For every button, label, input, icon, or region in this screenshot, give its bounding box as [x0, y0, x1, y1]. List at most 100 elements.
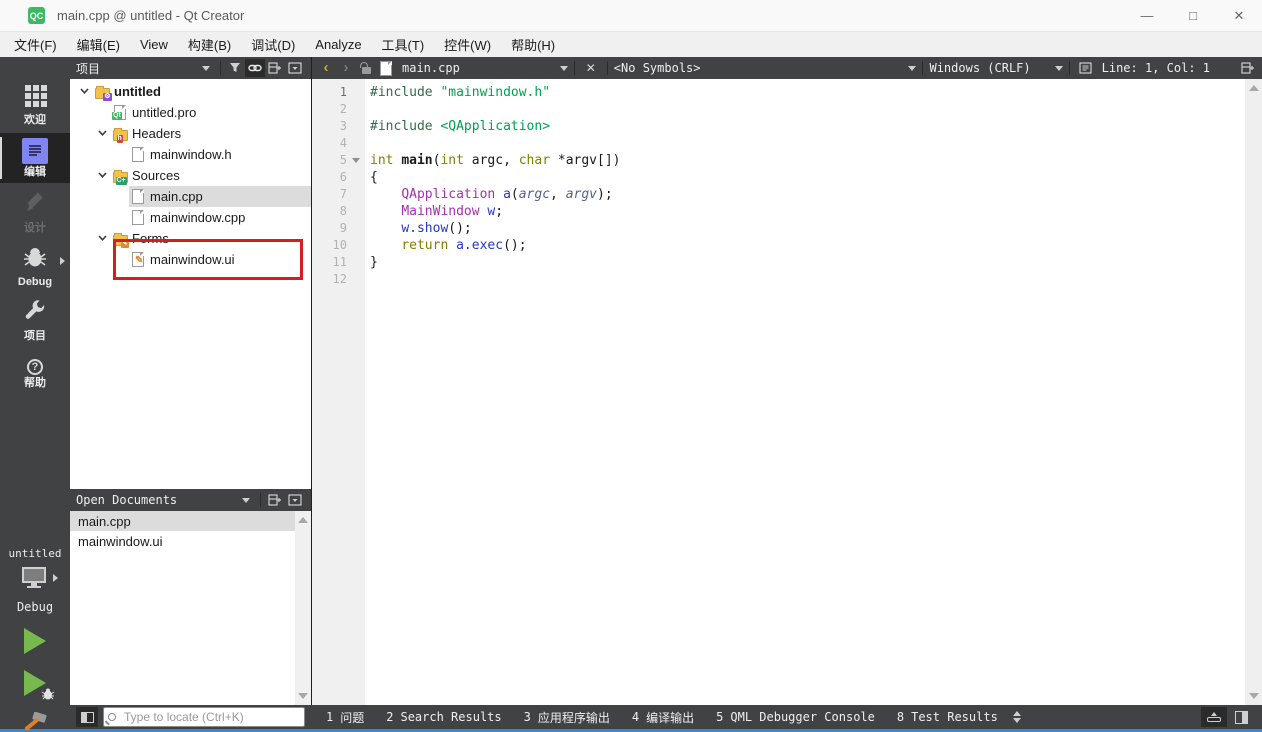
menu-item[interactable]: View: [130, 34, 178, 55]
kit-selector[interactable]: untitled Debug: [0, 547, 70, 614]
output-pane-2[interactable]: 2 Search Results: [377, 708, 510, 726]
mode-item-项目[interactable]: 项目: [0, 295, 70, 345]
split-panel-icon[interactable]: [265, 491, 285, 509]
chevron-down-icon[interactable]: [97, 126, 108, 141]
chevron-down-icon[interactable]: [79, 84, 90, 99]
mode-item-Debug[interactable]: Debug: [0, 241, 70, 291]
qt-creator-window: QC main.cpp @ untitled - Qt Creator — □ …: [0, 0, 1262, 732]
open-documents-list: main.cpp mainwindow.ui: [70, 511, 311, 705]
mode-item-帮助[interactable]: ? 帮助: [0, 349, 70, 399]
headers-folder-icon: h: [111, 127, 129, 143]
locator-input[interactable]: [124, 710, 284, 724]
tree-item-main.cpp[interactable]: main.cpp: [70, 186, 311, 207]
menu-item[interactable]: Analyze: [305, 34, 371, 55]
kit-expand-arrow: [53, 574, 58, 582]
panel-dropdown-icon[interactable]: [202, 65, 210, 71]
open-document-mainwindow.ui[interactable]: mainwindow.ui: [70, 531, 296, 551]
output-pane-4[interactable]: 4 编译输出: [623, 707, 703, 728]
project-folder-icon: ⚙: [93, 85, 112, 101]
menu-item[interactable]: 控件(W): [434, 32, 501, 57]
line-number: 11: [332, 255, 347, 269]
close-document-icon[interactable]: ✕: [581, 59, 601, 77]
bug-icon: [41, 688, 55, 700]
forward-icon[interactable]: ›: [336, 59, 356, 77]
split-panel-icon[interactable]: [265, 59, 285, 77]
close-panel-icon[interactable]: [285, 59, 305, 77]
back-icon[interactable]: ‹: [316, 59, 336, 77]
cursor-position: Line: 1, Col: 1: [1101, 61, 1210, 75]
open-file-name[interactable]: main.cpp: [402, 61, 460, 75]
minimize-button[interactable]: —: [1124, 0, 1170, 31]
line-number: 10: [332, 238, 347, 252]
filter-icon[interactable]: [225, 59, 245, 77]
line-number: 12: [332, 272, 347, 286]
toggle-left-sidebar-icon[interactable]: [76, 707, 98, 727]
design-pencil-icon: [23, 191, 47, 220]
debug-run-button[interactable]: [24, 670, 55, 700]
tree-item-untitled[interactable]: ⚙ untitled: [70, 81, 311, 102]
tree-item-untitled.pro[interactable]: Qt untitled.pro: [70, 102, 311, 123]
project-panel-title: 项目: [76, 61, 101, 76]
line-ending-dropdown-icon[interactable]: [1054, 65, 1063, 71]
pane-up-down-icon[interactable]: [1012, 711, 1021, 723]
text-document-icon[interactable]: [1076, 59, 1096, 77]
menu-item[interactable]: 构建(B): [178, 32, 241, 57]
menu-item[interactable]: 编辑(E): [67, 32, 130, 57]
expand-arrow-icon: [60, 257, 65, 265]
tree-item-mainwindow.h[interactable]: mainwindow.h: [70, 144, 311, 165]
output-pane-5[interactable]: 5 QML Debugger Console: [707, 708, 884, 726]
progress-details-icon[interactable]: [1201, 707, 1227, 727]
code-line-9: 9 w.show();: [312, 220, 1245, 237]
open-document-main.cpp[interactable]: main.cpp: [70, 511, 296, 531]
editor-toolbar: ‹ › main.cpp ✕ <No Symbols> Windows (CRL…: [312, 57, 1262, 79]
line-number: 8: [339, 204, 347, 218]
menu-item[interactable]: 工具(T): [372, 32, 435, 57]
app-icon: QC: [28, 7, 45, 24]
build-hammer-button[interactable]: [21, 712, 49, 732]
mode-item-欢迎[interactable]: 欢迎: [0, 79, 70, 129]
welcome-grid-icon: [23, 83, 47, 112]
output-pane-buttons: 1 问题 2 Search Results 3 应用程序输出 4 编译输出 5 QML Debug…: [317, 707, 1007, 728]
tree-item-Sources[interactable]: C+ Sources: [70, 165, 311, 186]
file-dropdown-icon[interactable]: [559, 65, 568, 71]
mode-item-编辑[interactable]: 编辑: [0, 133, 70, 183]
panel-dropdown-icon[interactable]: [242, 497, 250, 503]
menu-item[interactable]: 调试(D): [241, 32, 305, 57]
output-pane-8[interactable]: 8 Test Results: [888, 708, 1007, 726]
help-question-icon: ?: [27, 359, 43, 375]
open-documents-header: Open Documents: [70, 489, 311, 511]
symbols-combo[interactable]: <No Symbols>: [614, 61, 701, 75]
tree-item-mainwindow.cpp[interactable]: mainwindow.cpp: [70, 207, 311, 228]
line-number: 3: [339, 119, 347, 133]
project-panel-header: 项目: [70, 57, 311, 79]
mode-sidebar: 欢迎 编辑 设计 Debug 项目? 帮助 untitled Debug: [0, 57, 70, 731]
maximize-button[interactable]: □: [1170, 0, 1216, 31]
menu-item[interactable]: 文件(F): [4, 32, 67, 57]
tree-item-Headers[interactable]: h Headers: [70, 123, 311, 144]
run-button[interactable]: [24, 628, 46, 654]
sync-with-editor-icon[interactable]: [245, 59, 265, 77]
editor-scrollbar[interactable]: [1245, 79, 1262, 705]
split-editor-icon[interactable]: [1238, 59, 1258, 77]
toggle-right-sidebar-icon[interactable]: [1235, 710, 1248, 724]
chevron-down-icon[interactable]: [97, 168, 108, 183]
mode-item-设计: 设计: [0, 187, 70, 237]
locator[interactable]: [103, 707, 305, 727]
file-icon: [129, 147, 147, 162]
chevron-down-icon[interactable]: [97, 231, 108, 246]
line-ending-combo[interactable]: Windows (CRLF): [929, 61, 1030, 75]
close-button[interactable]: ✕: [1216, 0, 1262, 31]
menu-bar: 文件(F) 编辑(E) View 构建(B) 调试(D) Analyze 工具(T) 控件(W…: [0, 32, 1262, 57]
output-pane-3[interactable]: 3 应用程序输出: [515, 707, 619, 728]
open-documents-scrollbar[interactable]: [295, 511, 311, 705]
line-number: 5: [339, 153, 347, 167]
code-editor[interactable]: 1 #include "mainwindow.h" 2 3 #include <QApp…: [312, 79, 1262, 705]
symbols-dropdown-icon[interactable]: [908, 65, 917, 71]
menu-item[interactable]: 帮助(H): [501, 32, 565, 57]
close-panel-icon[interactable]: [285, 491, 305, 509]
debug-bug-icon: [22, 245, 48, 274]
fold-marker-icon[interactable]: [352, 158, 360, 163]
code-line-4: 4: [312, 135, 1245, 152]
output-pane-1[interactable]: 1 问题: [317, 707, 373, 728]
kit-project-name: untitled: [8, 547, 62, 560]
